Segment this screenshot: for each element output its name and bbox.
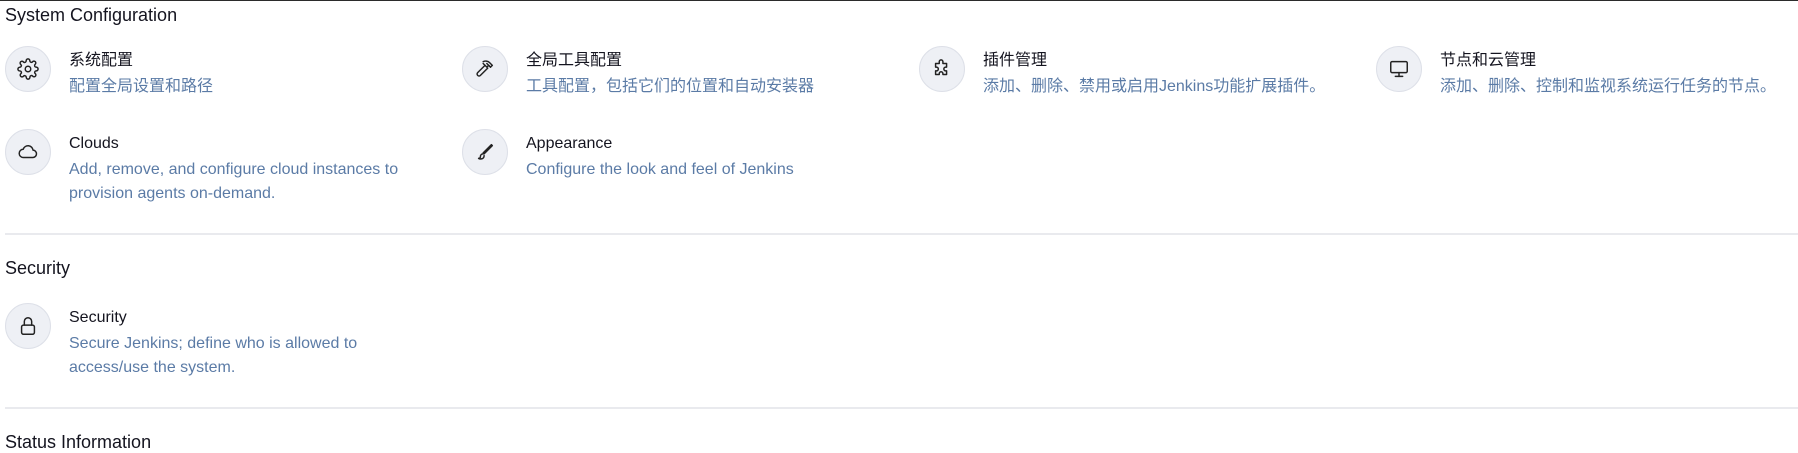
tile-system-config[interactable]: 系统配置 配置全局设置和路径 bbox=[5, 46, 395, 99]
section-title-security: Security bbox=[5, 258, 71, 278]
hammer-icon bbox=[462, 46, 508, 92]
top-border bbox=[0, 0, 1798, 1]
lock-icon bbox=[5, 303, 51, 349]
tile-description: 工具配置，包括它们的位置和自动安装器 bbox=[526, 78, 815, 95]
tile-title: 插件管理 bbox=[983, 52, 1048, 69]
section-title-system-configuration: System Configuration bbox=[5, 5, 178, 25]
tile-title: Appearance bbox=[526, 135, 613, 152]
tile-description: Configure the look and feel of Jenkins bbox=[526, 161, 794, 178]
tile-description: Add, remove, and configure cloud instanc… bbox=[69, 161, 399, 202]
tile-description: 添加、删除、控制和监视系统运行任务的节点。 bbox=[1440, 78, 1777, 95]
tile-appearance[interactable]: Appearance Configure the look and feel o… bbox=[462, 129, 882, 182]
puzzle-icon bbox=[919, 46, 965, 92]
gear-icon bbox=[5, 46, 51, 92]
section-divider bbox=[5, 233, 1798, 235]
tile-plugin-manager[interactable]: 插件管理 添加、删除、禁用或启用Jenkins功能扩展插件。 bbox=[919, 46, 1359, 99]
tile-global-tool-config[interactable]: 全局工具配置 工具配置，包括它们的位置和自动安装器 bbox=[462, 46, 882, 99]
tile-clouds[interactable]: Clouds Add, remove, and configure cloud … bbox=[5, 129, 425, 206]
tile-nodes-clouds[interactable]: 节点和云管理 添加、删除、控制和监视系统运行任务的节点。 bbox=[1376, 46, 1796, 99]
section-title-status-information: Status Information bbox=[5, 432, 152, 452]
tile-security[interactable]: Security Secure Jenkins; define who is a… bbox=[5, 303, 425, 380]
tile-title: 系统配置 bbox=[69, 52, 134, 69]
tile-description: Secure Jenkins; define who is allowed to… bbox=[69, 335, 358, 376]
tile-title: Security bbox=[69, 309, 127, 326]
tile-title: 节点和云管理 bbox=[1440, 52, 1537, 69]
cloud-icon bbox=[5, 129, 51, 175]
tile-title: 全局工具配置 bbox=[526, 52, 623, 69]
tile-title: Clouds bbox=[69, 135, 119, 152]
tile-description: 配置全局设置和路径 bbox=[69, 78, 214, 95]
section-divider bbox=[5, 407, 1798, 409]
monitor-icon bbox=[1376, 46, 1422, 92]
tile-description: 添加、删除、禁用或启用Jenkins功能扩展插件。 bbox=[983, 78, 1326, 95]
brush-icon bbox=[462, 129, 508, 175]
